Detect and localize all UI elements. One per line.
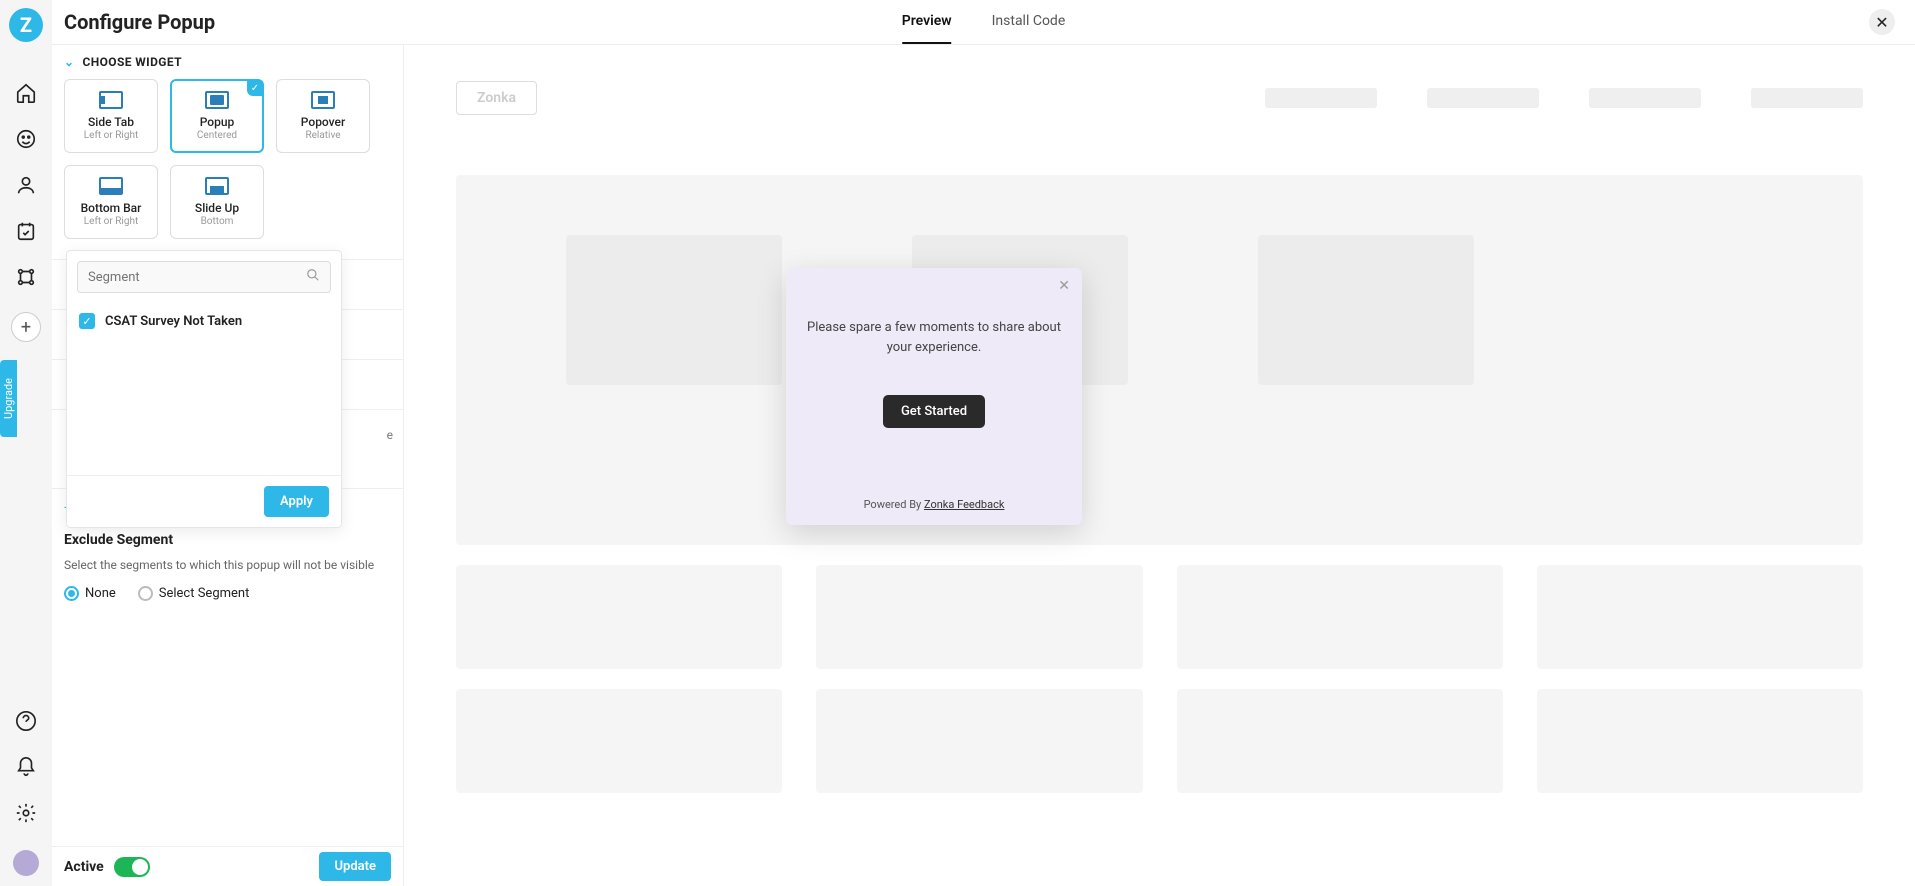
- section-choose-widget[interactable]: ⌄ CHOOSE WIDGET: [52, 45, 403, 79]
- close-button[interactable]: ✕: [1869, 9, 1895, 35]
- user-avatar[interactable]: [13, 850, 39, 876]
- get-started-button[interactable]: Get Started: [883, 395, 985, 428]
- add-button[interactable]: +: [11, 312, 41, 342]
- widget-thumb-icon: [205, 91, 229, 109]
- checkbox-checked-icon: ✓: [79, 313, 95, 329]
- widget-side-tab[interactable]: Side Tab Left or Right: [64, 79, 158, 153]
- preview-fake-tile: [816, 565, 1142, 669]
- segment-dropdown: ✓ CSAT Survey Not Taken Apply: [66, 250, 342, 528]
- powered-text: Powered By: [864, 498, 924, 511]
- search-icon: [306, 268, 320, 286]
- nav-rail: Z +: [0, 0, 52, 886]
- preview-fake-row: [456, 565, 1863, 669]
- active-label: Active: [64, 859, 104, 875]
- widget-bottom-bar[interactable]: Bottom Bar Left or Right: [64, 165, 158, 239]
- widget-sub: Relative: [305, 130, 340, 141]
- workflows-icon[interactable]: [15, 266, 37, 288]
- exclude-title: Exclude Segment: [64, 532, 391, 548]
- settings-icon[interactable]: [15, 802, 37, 824]
- radio-icon: [138, 586, 153, 601]
- widget-thumb-icon: [99, 91, 123, 109]
- tab-install-code[interactable]: Install Code: [992, 0, 1066, 44]
- widget-popover[interactable]: Popover Relative: [276, 79, 370, 153]
- brand-logo[interactable]: Z: [9, 8, 43, 42]
- active-toggle[interactable]: [114, 857, 150, 877]
- preview-fake-logo: Zonka: [456, 81, 537, 115]
- widget-sub: Left or Right: [84, 130, 138, 141]
- segment-item-label: CSAT Survey Not Taken: [105, 314, 242, 329]
- widget-thumb-icon: [311, 91, 335, 109]
- preview-fake-nav-item: [1589, 88, 1701, 108]
- tasks-icon[interactable]: [15, 220, 37, 242]
- widget-title: Slide Up: [195, 201, 239, 215]
- page-header: Configure Popup Preview Install Code ✕: [52, 0, 1915, 45]
- preview-fake-nav-item: [1427, 88, 1539, 108]
- preview-fake-tile: [456, 689, 782, 793]
- preview-fake-tile: [1177, 689, 1503, 793]
- header-tabs: Preview Install Code: [902, 0, 1066, 44]
- contacts-icon[interactable]: [15, 174, 37, 196]
- preview-fake-header: Zonka: [456, 81, 1863, 115]
- exclude-desc: Select the segments to which this popup …: [64, 556, 391, 574]
- exclude-segment-block: Exclude Segment Select the segments to w…: [52, 516, 403, 609]
- widget-title: Popup: [200, 115, 235, 129]
- segment-search[interactable]: [77, 261, 331, 293]
- radio-select-segment[interactable]: Select Segment: [138, 586, 250, 601]
- surveys-icon[interactable]: [15, 128, 37, 150]
- widget-title: Side Tab: [88, 115, 134, 129]
- home-icon[interactable]: [15, 82, 37, 104]
- update-button[interactable]: Update: [319, 852, 391, 881]
- widget-slide-up[interactable]: Slide Up Bottom: [170, 165, 264, 239]
- widget-popup[interactable]: ✓ Popup Centered: [170, 79, 264, 153]
- widget-sub: Left or Right: [84, 216, 138, 227]
- tab-preview[interactable]: Preview: [902, 0, 952, 44]
- radio-none[interactable]: None: [64, 586, 116, 601]
- preview-area: Zonka ✕ Please spare a few moments to sh…: [404, 45, 1915, 886]
- preview-fake-card: [1258, 235, 1474, 385]
- page-title: Configure Popup: [64, 10, 215, 34]
- segment-item[interactable]: ✓ CSAT Survey Not Taken: [67, 303, 341, 345]
- widget-title: Popover: [301, 115, 345, 129]
- notifications-icon[interactable]: [15, 756, 37, 778]
- radio-label: Select Segment: [159, 586, 250, 601]
- check-icon: ✓: [247, 80, 263, 96]
- widget-title: Bottom Bar: [81, 201, 142, 215]
- chevron-down-icon: ⌄: [64, 55, 74, 69]
- preview-fake-card: [566, 235, 782, 385]
- config-footer: Active Update: [52, 846, 403, 886]
- widget-thumb-icon: [205, 177, 229, 195]
- widget-sub: Bottom: [201, 216, 234, 227]
- widget-thumb-icon: [99, 177, 123, 195]
- preview-fake-hero: ✕ Please spare a few moments to share ab…: [456, 175, 1863, 545]
- preview-fake-row: [456, 689, 1863, 793]
- help-icon[interactable]: [15, 710, 37, 732]
- powered-link[interactable]: Zonka Feedback: [924, 498, 1004, 511]
- upgrade-tag[interactable]: Upgrade: [0, 360, 17, 437]
- preview-fake-nav-item: [1751, 88, 1863, 108]
- preview-fake-tile: [1537, 689, 1863, 793]
- truncated-text: e: [387, 428, 393, 442]
- popup-close-icon[interactable]: ✕: [1058, 278, 1070, 294]
- widget-grid: Side Tab Left or Right ✓ Popup Centered …: [52, 79, 403, 255]
- apply-button[interactable]: Apply: [264, 486, 329, 517]
- popup-preview: ✕ Please spare a few moments to share ab…: [786, 268, 1082, 525]
- popup-message: Please spare a few moments to share abou…: [806, 318, 1062, 357]
- radio-icon: [64, 586, 79, 601]
- section-label: CHOOSE WIDGET: [82, 55, 181, 69]
- radio-label: None: [85, 586, 116, 601]
- preview-fake-tile: [1537, 565, 1863, 669]
- preview-fake-nav-item: [1265, 88, 1377, 108]
- preview-fake-tile: [816, 689, 1142, 793]
- widget-sub: Centered: [197, 130, 237, 141]
- segment-search-input[interactable]: [88, 270, 306, 285]
- powered-by: Powered By Zonka Feedback: [806, 498, 1062, 511]
- preview-fake-tile: [1177, 565, 1503, 669]
- preview-fake-tile: [456, 565, 782, 669]
